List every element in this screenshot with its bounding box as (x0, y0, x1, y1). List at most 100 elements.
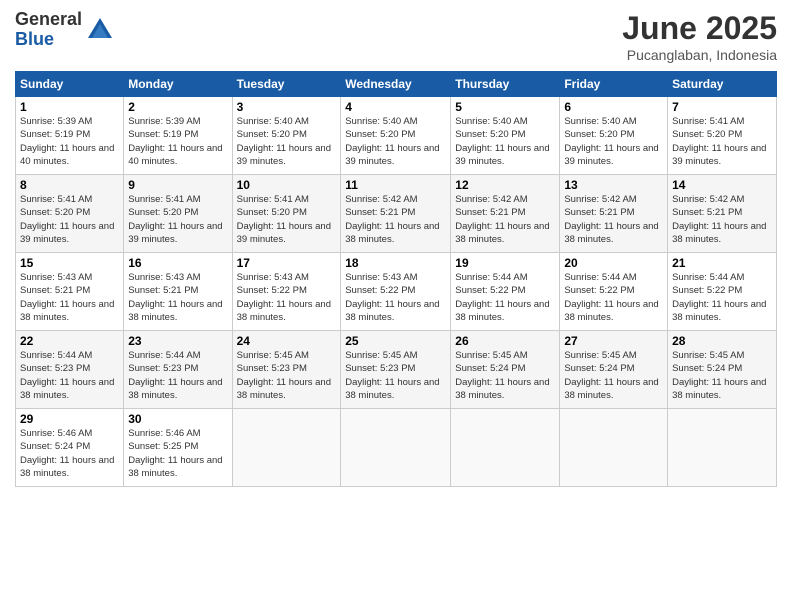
day-number: 17 (237, 256, 337, 270)
header: General Blue June 2025 Pucanglaban, Indo… (15, 10, 777, 63)
day-info: Sunrise: 5:46 AM Sunset: 5:24 PM Dayligh… (20, 427, 119, 480)
day-number: 27 (564, 334, 663, 348)
day-cell: 4 Sunrise: 5:40 AM Sunset: 5:20 PM Dayli… (341, 97, 451, 175)
day-cell: 17 Sunrise: 5:43 AM Sunset: 5:22 PM Dayl… (232, 253, 341, 331)
day-cell: 21 Sunrise: 5:44 AM Sunset: 5:22 PM Dayl… (668, 253, 777, 331)
day-cell: 5 Sunrise: 5:40 AM Sunset: 5:20 PM Dayli… (451, 97, 560, 175)
week-row-1: 1 Sunrise: 5:39 AM Sunset: 5:19 PM Dayli… (16, 97, 777, 175)
day-info: Sunrise: 5:44 AM Sunset: 5:23 PM Dayligh… (128, 349, 227, 402)
day-info: Sunrise: 5:43 AM Sunset: 5:21 PM Dayligh… (128, 271, 227, 324)
day-cell (560, 409, 668, 487)
day-cell (232, 409, 341, 487)
day-number: 14 (672, 178, 772, 192)
week-row-5: 29 Sunrise: 5:46 AM Sunset: 5:24 PM Dayl… (16, 409, 777, 487)
week-row-4: 22 Sunrise: 5:44 AM Sunset: 5:23 PM Dayl… (16, 331, 777, 409)
day-cell: 20 Sunrise: 5:44 AM Sunset: 5:22 PM Dayl… (560, 253, 668, 331)
day-number: 19 (455, 256, 555, 270)
day-info: Sunrise: 5:43 AM Sunset: 5:22 PM Dayligh… (237, 271, 337, 324)
day-info: Sunrise: 5:45 AM Sunset: 5:24 PM Dayligh… (672, 349, 772, 402)
day-number: 7 (672, 100, 772, 114)
logo-general: General (15, 10, 82, 30)
day-number: 22 (20, 334, 119, 348)
day-info: Sunrise: 5:43 AM Sunset: 5:22 PM Dayligh… (345, 271, 446, 324)
day-cell: 15 Sunrise: 5:43 AM Sunset: 5:21 PM Dayl… (16, 253, 124, 331)
day-number: 11 (345, 178, 446, 192)
day-number: 9 (128, 178, 227, 192)
day-number: 25 (345, 334, 446, 348)
day-info: Sunrise: 5:42 AM Sunset: 5:21 PM Dayligh… (455, 193, 555, 246)
day-number: 1 (20, 100, 119, 114)
day-info: Sunrise: 5:43 AM Sunset: 5:21 PM Dayligh… (20, 271, 119, 324)
col-thursday: Thursday (451, 72, 560, 97)
day-number: 12 (455, 178, 555, 192)
day-info: Sunrise: 5:41 AM Sunset: 5:20 PM Dayligh… (20, 193, 119, 246)
day-number: 29 (20, 412, 119, 426)
day-cell (451, 409, 560, 487)
calendar: Sunday Monday Tuesday Wednesday Thursday… (15, 71, 777, 487)
day-number: 15 (20, 256, 119, 270)
day-cell: 18 Sunrise: 5:43 AM Sunset: 5:22 PM Dayl… (341, 253, 451, 331)
day-info: Sunrise: 5:45 AM Sunset: 5:24 PM Dayligh… (564, 349, 663, 402)
day-info: Sunrise: 5:40 AM Sunset: 5:20 PM Dayligh… (345, 115, 446, 168)
day-number: 24 (237, 334, 337, 348)
location: Pucanglaban, Indonesia (622, 47, 777, 63)
day-cell: 30 Sunrise: 5:46 AM Sunset: 5:25 PM Dayl… (124, 409, 232, 487)
day-cell (668, 409, 777, 487)
day-cell: 2 Sunrise: 5:39 AM Sunset: 5:19 PM Dayli… (124, 97, 232, 175)
day-number: 8 (20, 178, 119, 192)
day-info: Sunrise: 5:42 AM Sunset: 5:21 PM Dayligh… (564, 193, 663, 246)
day-info: Sunrise: 5:40 AM Sunset: 5:20 PM Dayligh… (564, 115, 663, 168)
week-row-3: 15 Sunrise: 5:43 AM Sunset: 5:21 PM Dayl… (16, 253, 777, 331)
day-number: 2 (128, 100, 227, 114)
logo: General Blue (15, 10, 114, 50)
day-cell: 7 Sunrise: 5:41 AM Sunset: 5:20 PM Dayli… (668, 97, 777, 175)
day-number: 23 (128, 334, 227, 348)
day-number: 30 (128, 412, 227, 426)
day-cell: 16 Sunrise: 5:43 AM Sunset: 5:21 PM Dayl… (124, 253, 232, 331)
page: General Blue June 2025 Pucanglaban, Indo… (0, 0, 792, 612)
logo-icon (86, 16, 114, 44)
day-cell: 6 Sunrise: 5:40 AM Sunset: 5:20 PM Dayli… (560, 97, 668, 175)
day-cell: 1 Sunrise: 5:39 AM Sunset: 5:19 PM Dayli… (16, 97, 124, 175)
day-info: Sunrise: 5:40 AM Sunset: 5:20 PM Dayligh… (455, 115, 555, 168)
day-info: Sunrise: 5:41 AM Sunset: 5:20 PM Dayligh… (237, 193, 337, 246)
day-cell: 22 Sunrise: 5:44 AM Sunset: 5:23 PM Dayl… (16, 331, 124, 409)
day-cell: 29 Sunrise: 5:46 AM Sunset: 5:24 PM Dayl… (16, 409, 124, 487)
week-row-2: 8 Sunrise: 5:41 AM Sunset: 5:20 PM Dayli… (16, 175, 777, 253)
day-info: Sunrise: 5:46 AM Sunset: 5:25 PM Dayligh… (128, 427, 227, 480)
day-number: 10 (237, 178, 337, 192)
day-info: Sunrise: 5:44 AM Sunset: 5:22 PM Dayligh… (672, 271, 772, 324)
day-cell: 3 Sunrise: 5:40 AM Sunset: 5:20 PM Dayli… (232, 97, 341, 175)
col-tuesday: Tuesday (232, 72, 341, 97)
day-info: Sunrise: 5:42 AM Sunset: 5:21 PM Dayligh… (345, 193, 446, 246)
day-number: 26 (455, 334, 555, 348)
day-info: Sunrise: 5:44 AM Sunset: 5:23 PM Dayligh… (20, 349, 119, 402)
day-number: 4 (345, 100, 446, 114)
day-info: Sunrise: 5:42 AM Sunset: 5:21 PM Dayligh… (672, 193, 772, 246)
day-number: 6 (564, 100, 663, 114)
logo-blue: Blue (15, 30, 82, 50)
day-cell: 26 Sunrise: 5:45 AM Sunset: 5:24 PM Dayl… (451, 331, 560, 409)
day-info: Sunrise: 5:39 AM Sunset: 5:19 PM Dayligh… (128, 115, 227, 168)
day-info: Sunrise: 5:44 AM Sunset: 5:22 PM Dayligh… (564, 271, 663, 324)
day-cell: 12 Sunrise: 5:42 AM Sunset: 5:21 PM Dayl… (451, 175, 560, 253)
day-info: Sunrise: 5:39 AM Sunset: 5:19 PM Dayligh… (20, 115, 119, 168)
day-number: 5 (455, 100, 555, 114)
day-cell: 10 Sunrise: 5:41 AM Sunset: 5:20 PM Dayl… (232, 175, 341, 253)
col-sunday: Sunday (16, 72, 124, 97)
day-cell (341, 409, 451, 487)
col-wednesday: Wednesday (341, 72, 451, 97)
day-number: 3 (237, 100, 337, 114)
title-block: June 2025 Pucanglaban, Indonesia (622, 10, 777, 63)
day-info: Sunrise: 5:45 AM Sunset: 5:23 PM Dayligh… (345, 349, 446, 402)
day-cell: 14 Sunrise: 5:42 AM Sunset: 5:21 PM Dayl… (668, 175, 777, 253)
day-number: 16 (128, 256, 227, 270)
day-number: 13 (564, 178, 663, 192)
day-cell: 25 Sunrise: 5:45 AM Sunset: 5:23 PM Dayl… (341, 331, 451, 409)
day-cell: 9 Sunrise: 5:41 AM Sunset: 5:20 PM Dayli… (124, 175, 232, 253)
month-title: June 2025 (622, 10, 777, 47)
day-number: 18 (345, 256, 446, 270)
day-cell: 27 Sunrise: 5:45 AM Sunset: 5:24 PM Dayl… (560, 331, 668, 409)
day-cell: 13 Sunrise: 5:42 AM Sunset: 5:21 PM Dayl… (560, 175, 668, 253)
col-saturday: Saturday (668, 72, 777, 97)
